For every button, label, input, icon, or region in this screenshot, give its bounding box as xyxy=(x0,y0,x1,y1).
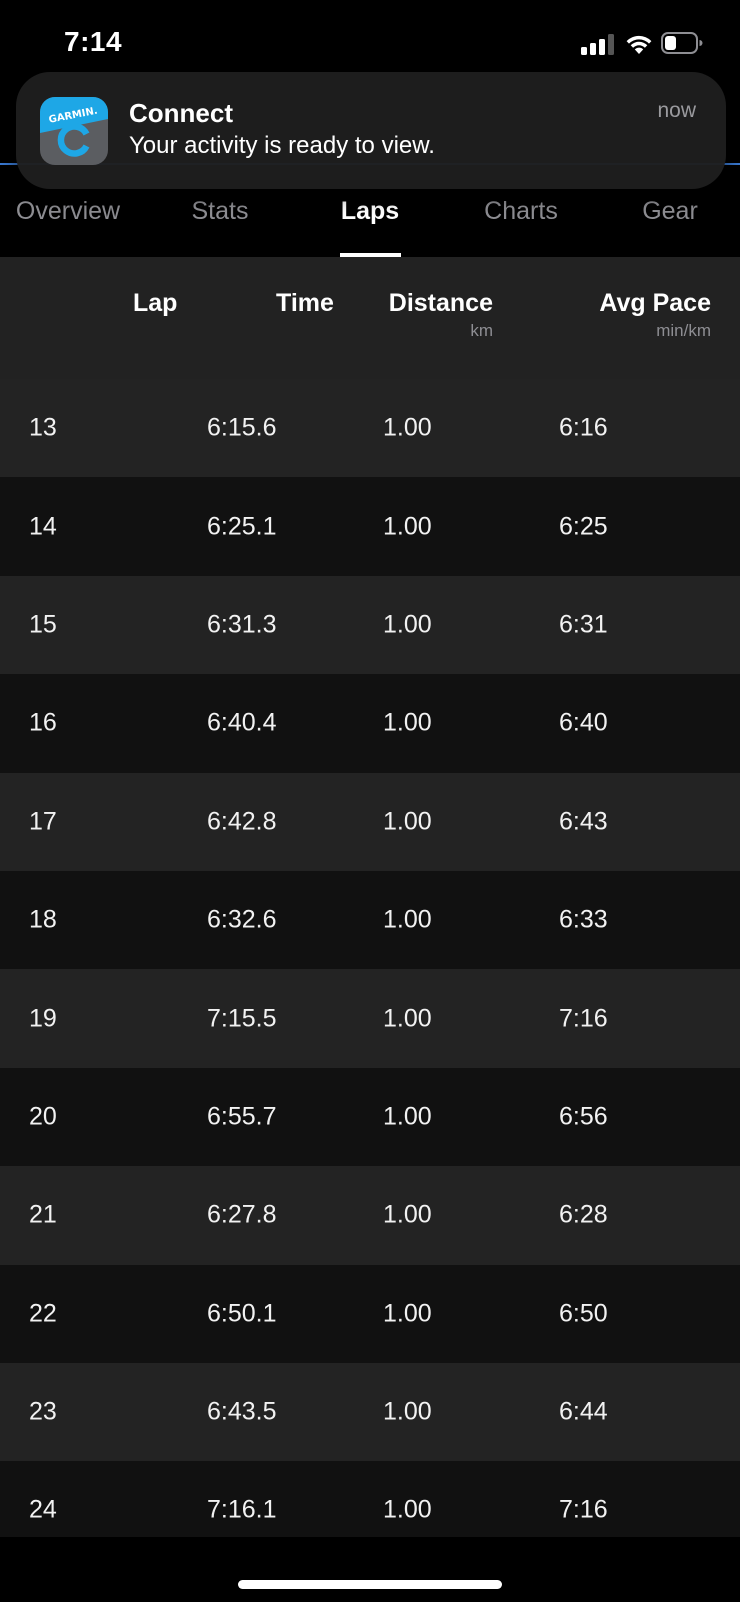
table-row[interactable]: 23 6:43.5 1.00 6:44 xyxy=(0,1362,740,1462)
lap-avg-pace: 6:33 xyxy=(559,905,608,934)
status-bar: 7:14 xyxy=(0,0,740,80)
lap-number: 22 xyxy=(29,1299,57,1328)
laps-table-body: 13 6:15.6 1.00 6:16 14 6:25.1 1.00 6:25 … xyxy=(0,379,740,1560)
table-row[interactable]: 14 6:25.1 1.00 6:25 xyxy=(0,477,740,576)
lap-distance: 1.00 xyxy=(383,1299,432,1328)
notification-message: Your activity is ready to view. xyxy=(129,132,435,159)
table-row[interactable]: 20 6:55.7 1.00 6:56 xyxy=(0,1067,740,1167)
lap-avg-pace: 6:56 xyxy=(559,1102,608,1131)
table-row[interactable]: 17 6:42.8 1.00 6:43 xyxy=(0,772,740,871)
cellular-signal-icon xyxy=(581,33,617,55)
lap-number: 17 xyxy=(29,807,57,836)
tab-gear[interactable]: Gear xyxy=(642,197,698,226)
lap-distance: 1.00 xyxy=(383,905,432,934)
lap-time: 6:40.4 xyxy=(207,708,277,737)
lap-number: 13 xyxy=(29,413,57,442)
tab-overview[interactable]: Overview xyxy=(16,197,120,226)
lap-distance: 1.00 xyxy=(383,708,432,737)
column-header-time: Time xyxy=(276,289,334,317)
table-row[interactable]: 13 6:15.6 1.00 6:16 xyxy=(0,379,740,478)
table-row[interactable]: 21 6:27.8 1.00 6:28 xyxy=(0,1166,740,1265)
lap-distance: 1.00 xyxy=(383,512,432,541)
lap-time: 6:31.3 xyxy=(207,610,277,639)
lap-time: 6:25.1 xyxy=(207,512,277,541)
lap-number: 23 xyxy=(29,1397,57,1426)
column-header-distance: Distance xyxy=(388,289,493,317)
lap-distance: 1.00 xyxy=(383,413,432,442)
lap-distance: 1.00 xyxy=(383,1397,432,1426)
lap-distance: 1.00 xyxy=(383,1495,432,1524)
lap-avg-pace: 6:25 xyxy=(559,512,608,541)
garmin-connect-app-icon: GARMIN. xyxy=(40,97,108,165)
lap-avg-pace: 6:50 xyxy=(559,1299,608,1328)
status-time: 7:14 xyxy=(64,26,123,57)
lap-avg-pace: 7:16 xyxy=(559,1004,608,1033)
lap-number: 24 xyxy=(29,1495,57,1524)
tab-charts[interactable]: Charts xyxy=(484,197,558,226)
lap-time: 6:15.6 xyxy=(207,413,277,442)
lap-time: 6:50.1 xyxy=(207,1299,277,1328)
table-row[interactable]: 16 6:40.4 1.00 6:40 xyxy=(0,674,740,773)
home-indicator[interactable] xyxy=(238,1580,502,1589)
lap-distance: 1.00 xyxy=(383,1004,432,1033)
lap-number: 16 xyxy=(29,708,57,737)
notification-banner[interactable]: GARMIN. Connect Your activity is ready t… xyxy=(16,72,726,189)
tab-laps[interactable]: Laps xyxy=(341,197,399,226)
lap-number: 21 xyxy=(29,1200,57,1229)
lap-avg-pace: 6:31 xyxy=(559,610,608,639)
wifi-icon xyxy=(626,35,652,54)
lap-time: 6:27.8 xyxy=(207,1200,277,1229)
lap-avg-pace: 6:28 xyxy=(559,1200,608,1229)
lap-avg-pace: 6:44 xyxy=(559,1397,608,1426)
laps-table-header: Lap Time Distance km Avg Pace min/km xyxy=(0,257,740,379)
lap-time: 6:32.6 xyxy=(207,905,277,934)
lap-time: 7:15.5 xyxy=(207,1004,277,1033)
lap-number: 20 xyxy=(29,1102,57,1131)
lap-number: 15 xyxy=(29,610,57,639)
lap-avg-pace: 7:16 xyxy=(559,1495,608,1524)
table-row[interactable]: 19 7:15.5 1.00 7:16 xyxy=(0,969,740,1068)
tab-stats[interactable]: Stats xyxy=(192,197,249,226)
lap-avg-pace: 6:40 xyxy=(559,708,608,737)
column-header-lap: Lap xyxy=(133,289,178,317)
lap-distance: 1.00 xyxy=(383,1102,432,1131)
table-row[interactable]: 18 6:32.6 1.00 6:33 xyxy=(0,870,740,970)
lap-distance: 1.00 xyxy=(383,610,432,639)
lap-number: 19 xyxy=(29,1004,57,1033)
lap-distance: 1.00 xyxy=(383,807,432,836)
lap-time: 6:55.7 xyxy=(207,1102,277,1131)
column-unit-distance: km xyxy=(470,321,493,340)
table-row[interactable]: 15 6:31.3 1.00 6:31 xyxy=(0,575,740,675)
bottom-safe-area xyxy=(0,1537,740,1602)
battery-icon xyxy=(661,32,703,54)
column-unit-avg-pace: min/km xyxy=(656,321,711,340)
table-row[interactable]: 22 6:50.1 1.00 6:50 xyxy=(0,1264,740,1363)
lap-avg-pace: 6:16 xyxy=(559,413,608,442)
notification-app-name: Connect xyxy=(129,98,233,128)
lap-time: 7:16.1 xyxy=(207,1495,277,1524)
column-header-avg-pace: Avg Pace xyxy=(599,289,711,317)
lap-avg-pace: 6:43 xyxy=(559,807,608,836)
lap-number: 18 xyxy=(29,905,57,934)
lap-time: 6:42.8 xyxy=(207,807,277,836)
notification-time: now xyxy=(657,99,696,122)
lap-distance: 1.00 xyxy=(383,1200,432,1229)
lap-number: 14 xyxy=(29,512,57,541)
lap-time: 6:43.5 xyxy=(207,1397,277,1426)
